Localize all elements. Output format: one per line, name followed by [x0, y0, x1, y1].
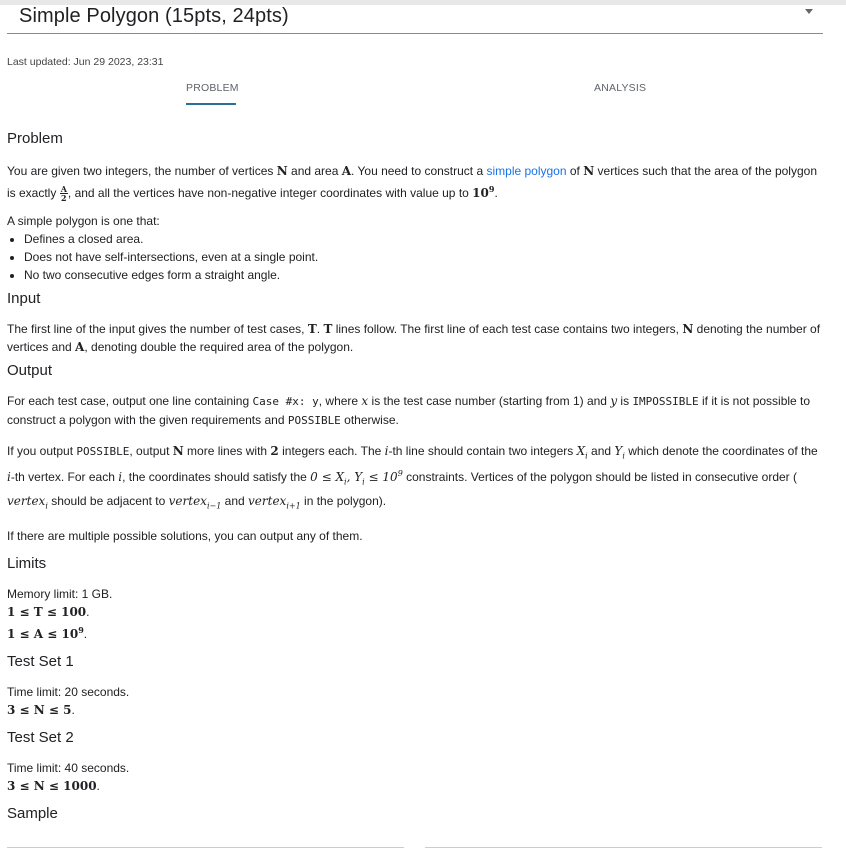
fraction-a-over-2: A2 [59, 184, 68, 203]
problem-selector[interactable]: Simple Polygon (15pts, 24pts) [7, 0, 823, 34]
simple-polygon-intro: A simple polygon is one that: [7, 214, 160, 228]
tab-problem[interactable]: PROBLEM [186, 82, 239, 94]
tab-bar: PROBLEM ANALYSIS [0, 80, 846, 108]
list-item: No two consecutive edges form a straight… [24, 266, 827, 284]
problem-paragraph: You are given two integers, the number o… [7, 164, 817, 203]
section-heading-test-set-2: Test Set 2 [7, 729, 74, 747]
section-heading-output: Output [7, 362, 53, 379]
input-paragraph: The first line of the input gives the nu… [7, 322, 821, 354]
output-paragraph-1: For each test case, output one line cont… [7, 394, 811, 427]
limit-a: 1 ≤ A ≤ 109. [7, 625, 88, 642]
section-heading-limits: Limits [7, 555, 47, 573]
problem-statement: Problem You are given two integers, the … [7, 128, 827, 825]
section-heading-test-set-1: Test Set 1 [7, 653, 74, 671]
sample-input-divider [7, 847, 404, 848]
page-title: Simple Polygon (15pts, 24pts) [19, 5, 289, 27]
limit-t: 1 ≤ T ≤ 100. [7, 605, 90, 620]
output-paragraph-3: If there are multiple possible solutions… [7, 529, 363, 544]
sample-output-divider [425, 847, 822, 848]
list-item: Defines a closed area. [24, 230, 827, 248]
time-limit-1: Time limit: 20 seconds. [7, 685, 130, 700]
time-limit-2: Time limit: 40 seconds. [7, 761, 130, 776]
output-paragraph-2: If you output POSSIBLE, output N more li… [7, 444, 818, 511]
section-heading-sample: Sample [7, 805, 58, 823]
memory-limit: Memory limit: 1 GB. [7, 587, 113, 602]
constraint-test-set-2: 3 ≤ N ≤ 1000. [7, 779, 100, 794]
simple-polygon-link[interactable]: simple polygon [486, 164, 566, 178]
constraint-test-set-1: 3 ≤ N ≤ 5. [7, 703, 75, 718]
active-tab-indicator [186, 103, 236, 105]
last-updated: Last updated: Jun 29 2023, 23:31 [7, 56, 164, 68]
list-item: Does not have self-intersections, even a… [24, 248, 827, 266]
chevron-down-icon[interactable] [805, 9, 813, 14]
section-heading-problem: Problem [7, 130, 63, 147]
tab-analysis[interactable]: ANALYSIS [594, 82, 646, 94]
simple-polygon-criteria: Defines a closed area. Does not have sel… [7, 230, 827, 284]
section-heading-input: Input [7, 290, 41, 307]
